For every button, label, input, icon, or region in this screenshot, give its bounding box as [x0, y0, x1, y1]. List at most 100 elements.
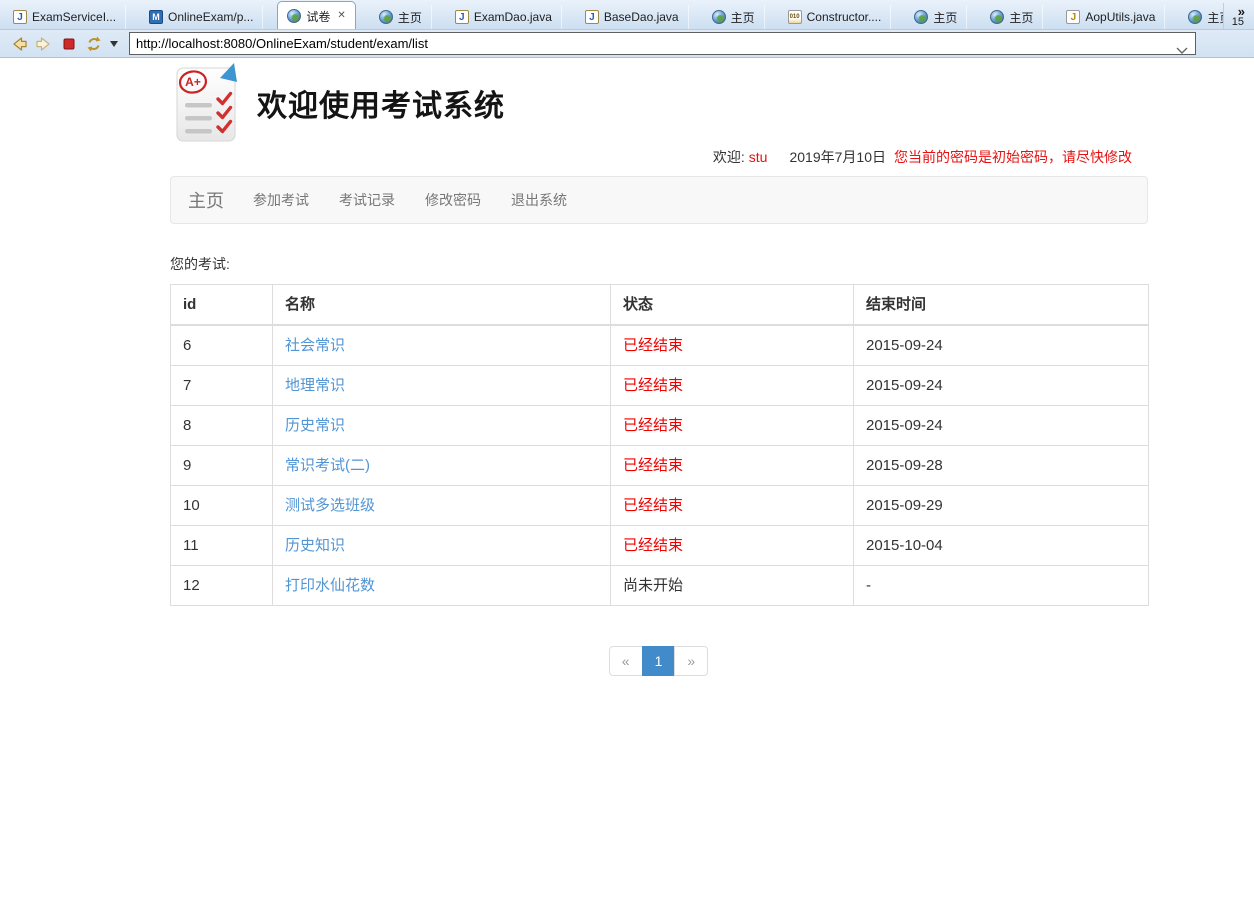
table-row: 8历史常识已经结束2015-09-24 — [171, 406, 1149, 446]
exam-endtime-cell: - — [854, 566, 1149, 606]
status-text: 已经结束 — [623, 457, 683, 474]
url-input[interactable] — [130, 33, 1195, 54]
exam-endtime-cell: 2015-10-04 — [854, 526, 1149, 566]
page-title: 欢迎使用考试系统 — [257, 81, 505, 125]
welcome-prefix: 欢迎: — [713, 149, 745, 165]
nav-items: 参加考试考试记录修改密码退出系统 — [238, 190, 582, 210]
table-header-cell: 名称 — [273, 285, 611, 326]
editor-tab[interactable]: 主页 — [370, 5, 432, 29]
table-row: 10 测试多选班级 已经结束 2015-09-29 — [171, 486, 1149, 526]
editor-tab[interactable]: J ExamServiceI... — [4, 5, 126, 29]
editor-tab[interactable]: MOnlineExam/p... — [140, 5, 263, 29]
welcome-bar: 欢迎:stu 2019年7月10日您当前的密码是初始密码，请尽快修改 — [170, 147, 1148, 167]
table-row: 9常识考试(二)已经结束2015-09-28 — [171, 446, 1149, 486]
java-file-icon: J — [13, 10, 27, 24]
url-combo-box — [129, 32, 1196, 55]
exam-link[interactable]: 地理常识 — [285, 377, 345, 394]
editor-tab-label: BaseDao.java — [604, 10, 679, 24]
tab-overflow-indicator[interactable]: » 15 — [1223, 3, 1254, 29]
nav-item[interactable]: 参加考试 — [238, 190, 324, 210]
table-row: 11历史知识已经结束2015-10-04 — [171, 526, 1149, 566]
pagination-next[interactable]: » — [674, 646, 708, 676]
editor-tab[interactable]: JBaseDao.java — [576, 5, 689, 29]
table-row: 7地理常识已经结束2015-09-24 — [171, 366, 1149, 406]
refresh-icon — [84, 34, 104, 54]
exam-id-cell: 10 — [171, 486, 273, 526]
url-dropdown-chevron-icon[interactable] — [1176, 41, 1188, 59]
globe-icon — [990, 10, 1004, 24]
editor-tab[interactable]: 主页 — [905, 5, 967, 29]
pagination-prev[interactable]: « — [609, 646, 643, 676]
editor-tab-label: Constructor.... — [807, 10, 882, 24]
exam-id-cell: 6 — [171, 325, 273, 366]
refresh-button[interactable] — [83, 33, 105, 55]
exam-endtime-cell: 2015-09-24 — [854, 325, 1149, 366]
exam-status-cell: 已经结束 — [611, 446, 854, 486]
stop-icon — [59, 34, 79, 54]
class-file-icon: 010 — [788, 10, 802, 24]
exam-table-body: 6社会常识已经结束2015-09-247地理常识已经结束2015-09-248历… — [171, 325, 1149, 606]
browser-toolbar — [0, 30, 1254, 58]
editor-tab-label: ExamServiceI... — [32, 10, 116, 24]
editor-tab-label: 主页 — [1207, 9, 1222, 26]
nav-brand-home[interactable]: 主页 — [171, 187, 238, 213]
exam-id-cell: 7 — [171, 366, 273, 406]
editor-tab[interactable]: 试卷✕ — [277, 1, 355, 29]
exam-status-cell: 已经结束 — [611, 486, 854, 526]
editor-tab[interactable]: JExamDao.java — [446, 5, 562, 29]
username: stu — [749, 149, 768, 165]
exam-table: id名称状态结束时间 6社会常识已经结束2015-09-247地理常识已经结束2… — [170, 284, 1149, 606]
exam-name-cell: 打印水仙花数 — [273, 566, 611, 606]
exam-link[interactable]: 历史常识 — [285, 417, 345, 434]
exam-endtime-cell: 2015-09-28 — [854, 446, 1149, 486]
status-text: 已经结束 — [623, 337, 683, 354]
table-row: 6 社会常识 已经结束 2015-09-24 — [171, 325, 1149, 366]
refresh-dropdown-caret[interactable] — [108, 33, 120, 55]
pagination: « 1 » — [170, 646, 1148, 676]
exam-link[interactable]: 常识考试(二) — [285, 457, 370, 474]
javadoc-file-icon: J — [1066, 10, 1080, 24]
back-button[interactable] — [8, 33, 30, 55]
exam-name-cell: 历史常识 — [273, 406, 611, 446]
status-text: 已经结束 — [623, 497, 683, 514]
exam-link[interactable]: 社会常识 — [285, 337, 345, 354]
globe-icon — [1188, 10, 1202, 24]
editor-tab-label: 主页 — [398, 9, 422, 26]
editor-tab[interactable]: 主页 — [703, 5, 765, 29]
svg-text:A+: A+ — [185, 75, 201, 89]
exam-name-cell: 社会常识 — [273, 325, 611, 366]
back-arrow-icon — [9, 34, 29, 54]
nav-item[interactable]: 考试记录 — [324, 190, 410, 210]
exam-status-cell: 已经结束 — [611, 406, 854, 446]
editor-tab-bar: JExamServiceI...MOnlineExam/p...试卷✕主页JEx… — [0, 0, 1254, 30]
nav-item[interactable]: 修改密码 — [410, 190, 496, 210]
exam-name-cell: 测试多选班级 — [273, 486, 611, 526]
table-header-cell: 结束时间 — [854, 285, 1149, 326]
exam-endtime-cell: 2015-09-29 — [854, 486, 1149, 526]
pagination-page-1[interactable]: 1 — [642, 646, 676, 676]
editor-tab-label: 主页 — [731, 9, 755, 26]
section-label: 您的考试: — [170, 254, 1254, 274]
editor-tab[interactable]: 主页 — [981, 5, 1043, 29]
forward-button[interactable] — [33, 33, 55, 55]
exam-logo: A+ — [176, 63, 242, 143]
stop-button[interactable] — [58, 33, 80, 55]
editor-tab-list: JExamServiceI...MOnlineExam/p...试卷✕主页JEx… — [0, 0, 1223, 29]
close-icon[interactable]: ✕ — [337, 11, 345, 21]
page-header: A+ 欢迎使用考试系统 — [0, 58, 1254, 143]
editor-tab[interactable]: 010 Constructor.... — [779, 5, 892, 29]
exam-link[interactable]: 打印水仙花数 — [285, 577, 375, 594]
editor-tab[interactable]: 主页 — [1179, 5, 1222, 29]
password-warning: 您当前的密码是初始密码，请尽快修改 — [894, 149, 1132, 165]
nav-item[interactable]: 退出系统 — [496, 190, 582, 210]
exam-id-cell: 8 — [171, 406, 273, 446]
exam-link[interactable]: 历史知识 — [285, 537, 345, 554]
editor-tab-label: 主页 — [933, 9, 957, 26]
status-text: 已经结束 — [623, 417, 683, 434]
current-date: 2019年7月10日 — [789, 149, 886, 165]
exam-id-cell: 12 — [171, 566, 273, 606]
editor-tab[interactable]: JAopUtils.java — [1057, 5, 1165, 29]
exam-link[interactable]: 测试多选班级 — [285, 497, 375, 514]
editor-tab-label: ExamDao.java — [474, 10, 552, 24]
exam-name-cell: 历史知识 — [273, 526, 611, 566]
